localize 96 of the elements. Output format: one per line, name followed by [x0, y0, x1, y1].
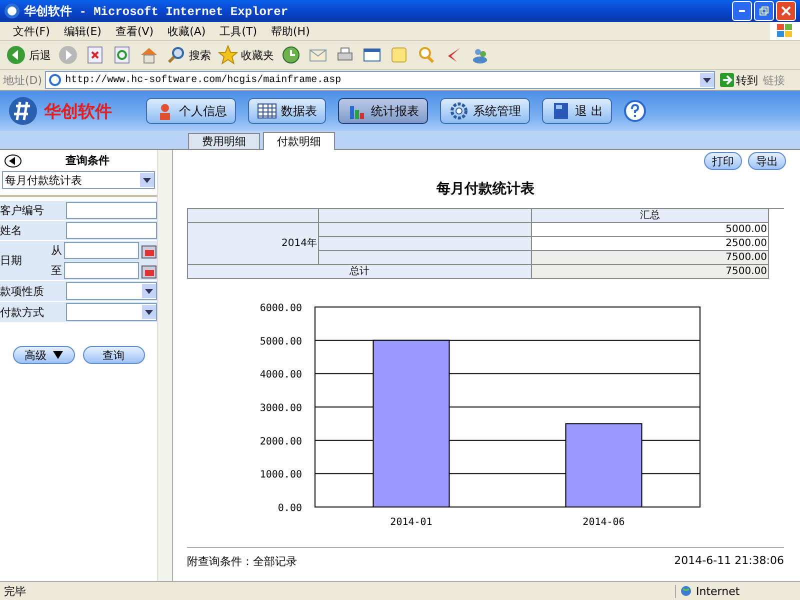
logo-text: 华创软件: [44, 100, 112, 122]
door-icon: [551, 101, 571, 121]
nav-button[interactable]: 个人信息: [146, 98, 236, 124]
report-button[interactable]: 导出: [748, 152, 786, 170]
minimize-icon: [739, 10, 745, 12]
table-cell: 2014年: [188, 223, 319, 265]
magnifier-icon: [416, 45, 436, 65]
globe-icon: [680, 585, 692, 597]
arrow-icon: [720, 73, 734, 87]
report-title: 每月付款统计表: [436, 180, 536, 198]
axis-label: 2014-01: [390, 517, 432, 528]
logo-icon: [8, 96, 38, 126]
menu-item[interactable]: 编辑(E): [56, 24, 108, 38]
report-select[interactable]: 每月付款统计表: [2, 171, 155, 189]
close-button[interactable]: [776, 1, 796, 21]
tab[interactable]: 费用明细: [188, 133, 260, 149]
toolbar-button[interactable]: 后退: [4, 44, 53, 66]
axis-label: 2014-06: [582, 517, 625, 528]
windows-logo: [775, 22, 795, 40]
status-text: 完毕: [4, 584, 26, 598]
refresh-icon: [112, 45, 132, 65]
gear-icon: [449, 101, 469, 121]
forward-icon: [58, 45, 78, 65]
window-title: 华创软件 - Microsoft Internet Explorer: [24, 4, 288, 20]
field-label: 日期: [0, 253, 23, 268]
field-label: 款项性质: [0, 284, 45, 298]
dropdown-icon[interactable]: [700, 73, 714, 87]
caret-icon: [52, 351, 62, 359]
help-icon[interactable]: [624, 100, 646, 122]
close-icon: [781, 6, 791, 16]
date-field[interactable]: [64, 242, 139, 259]
axis-label: 1000.00: [260, 470, 302, 481]
calendar-icon[interactable]: [141, 262, 157, 278]
axis-label: 6000.00: [260, 303, 302, 314]
toolbar-button[interactable]: 搜索: [164, 44, 213, 66]
field-label: 付款方式: [0, 304, 45, 320]
input-field[interactable]: [66, 222, 157, 239]
zone-label: Internet: [696, 584, 740, 598]
table-cell: 5000.00: [532, 223, 769, 237]
address-label: 地址(D): [3, 72, 42, 88]
table-cell: 7500.00: [532, 251, 769, 265]
table-header: 汇总: [532, 209, 769, 223]
note-icon: [389, 45, 409, 65]
star-icon: [218, 45, 238, 65]
dropdown-icon: [140, 173, 154, 187]
go-button[interactable]: 转到: [718, 72, 760, 88]
toolbar-button[interactable]: 收藏夹: [216, 44, 276, 66]
browser-icon: [4, 3, 20, 19]
nav-button[interactable]: 统计报表: [338, 98, 428, 124]
query-button[interactable]: 高级: [12, 346, 74, 364]
menu-item[interactable]: 查看(V): [108, 24, 161, 38]
menu-item[interactable]: 工具(T): [212, 24, 264, 38]
home-icon: [139, 45, 159, 65]
timestamp: 2014-6-11 21:38:06: [674, 554, 784, 569]
calendar-icon[interactable]: [141, 242, 157, 258]
history-icon: [281, 45, 301, 65]
restore-icon: [759, 6, 769, 16]
search-icon: [166, 45, 186, 65]
back-icon: [6, 45, 26, 65]
table-cell: 2500.00: [532, 237, 769, 251]
menu-item[interactable]: 帮助(H): [264, 24, 317, 38]
nav-button[interactable]: 退 出: [542, 98, 612, 124]
tab[interactable]: 付款明细: [263, 132, 335, 150]
panel-title: 查询条件: [64, 153, 110, 168]
report-button[interactable]: 打印: [704, 152, 742, 170]
field-label: 姓名: [0, 223, 23, 238]
axis-label: 0.00: [278, 503, 302, 514]
to-label: 至: [50, 263, 62, 278]
axis-label: 5000.00: [260, 336, 302, 348]
table-cell: 总计: [188, 265, 532, 279]
axis-label: 4000.00: [260, 370, 302, 381]
axis-label: 3000.00: [260, 403, 302, 414]
restore-button[interactable]: [754, 1, 774, 21]
axis-label: 2000.00: [260, 436, 302, 448]
field-label: 客户编号: [0, 203, 45, 218]
stop-icon: [85, 45, 105, 65]
query-button[interactable]: 查询: [82, 346, 144, 364]
dropdown-icon: [142, 284, 156, 298]
select-field[interactable]: [66, 282, 157, 300]
minimize-button[interactable]: [732, 1, 752, 21]
query-note: 附查询条件：全部记录: [187, 554, 297, 569]
select-field[interactable]: [66, 303, 157, 321]
table-cell: 7500.00: [532, 265, 769, 279]
menu-item[interactable]: 收藏(A): [160, 24, 213, 38]
grid-icon: [257, 101, 277, 121]
collapse-icon[interactable]: [4, 154, 22, 168]
scrollbar[interactable]: [157, 150, 172, 581]
from-label: 从: [50, 243, 62, 258]
dropdown-icon: [142, 305, 156, 319]
nav-button[interactable]: 系统管理: [440, 98, 530, 124]
address-field[interactable]: http://www.hc-software.com/hcgis/mainframe.asp: [45, 71, 715, 89]
page-icon: [48, 73, 62, 87]
date-field[interactable]: [64, 262, 139, 279]
nav-button[interactable]: 数据表: [248, 98, 326, 124]
input-field[interactable]: [66, 202, 157, 219]
menu-item[interactable]: 文件(F): [6, 24, 57, 38]
